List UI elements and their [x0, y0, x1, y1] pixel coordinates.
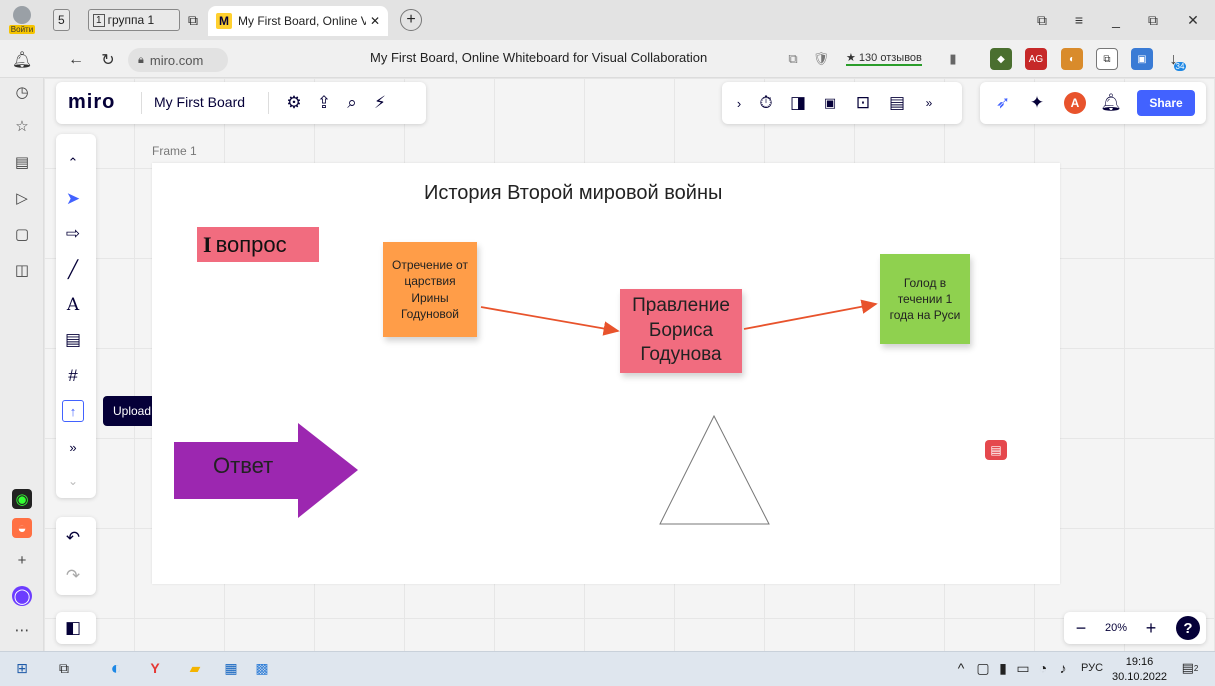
volume-icon[interactable]: ♪ [1054, 656, 1072, 680]
windows-start-icon[interactable]: ⊞ [10, 656, 34, 680]
connector-arrow[interactable] [743, 299, 878, 330]
board-shapes [174, 299, 878, 525]
wifi-icon[interactable]: ◔ [1034, 656, 1052, 680]
help-button[interactable]: ? [1176, 616, 1200, 640]
yandex-browser-icon[interactable]: Y [143, 656, 167, 680]
tray-app-icon[interactable]: ▢ [974, 656, 992, 680]
notifications-center-icon[interactable]: ▤ 2 [1178, 656, 1202, 680]
zoom-controls: − 20% + ? [1064, 612, 1206, 644]
task-view-icon[interactable]: ⧉ [52, 656, 76, 680]
word-icon[interactable]: ▦ [219, 656, 243, 680]
zoom-in-button[interactable]: + [1140, 617, 1162, 639]
language-indicator[interactable]: РУС [1077, 656, 1107, 680]
edge-browser-icon[interactable]: ◐ [104, 656, 128, 680]
connector-arrow[interactable] [480, 306, 620, 336]
zoom-level[interactable]: 20% [1100, 620, 1132, 636]
paint-icon[interactable]: ▩ [250, 656, 274, 680]
clock[interactable]: 19:16 30.10.2022 [1112, 655, 1167, 685]
notifications-count: 2 [1193, 663, 1199, 673]
triangle-shape[interactable] [659, 414, 770, 525]
file-explorer-icon[interactable]: ▰ [183, 656, 207, 680]
battery-icon[interactable]: ▭ [1014, 656, 1032, 680]
clock-time: 19:16 [1125, 656, 1154, 668]
answer-label[interactable]: Ответ [213, 453, 273, 479]
clock-date: 30.10.2022 [1112, 670, 1168, 683]
comment-icon[interactable]: ▤ [985, 440, 1007, 460]
microphone-icon[interactable]: ▮ [994, 656, 1012, 680]
zoom-out-button[interactable]: − [1070, 617, 1092, 639]
tray-chevron-icon[interactable]: ^ [952, 656, 970, 680]
